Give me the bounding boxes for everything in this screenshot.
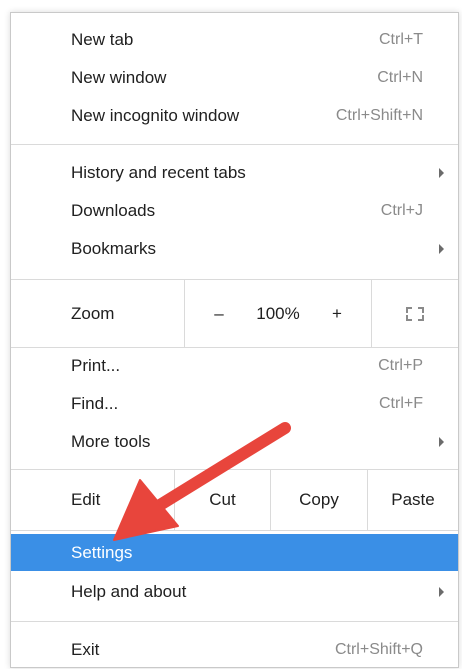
menu-item-print[interactable]: Print... Ctrl+P [11, 347, 458, 385]
divider [184, 280, 185, 347]
menu-item-label: New window [71, 68, 167, 87]
menu-separator [11, 621, 458, 622]
submenu-arrow-icon [439, 244, 444, 254]
submenu-arrow-icon [439, 168, 444, 178]
menu-item-bookmarks[interactable]: Bookmarks [11, 230, 458, 268]
menu-item-label: Help and about [71, 582, 187, 601]
menu-item-label: Find... [71, 394, 119, 413]
menu-item-settings[interactable]: Settings [11, 534, 458, 571]
menu-item-label: History and recent tabs [71, 163, 246, 182]
menu-item-label: More tools [71, 432, 151, 451]
menu-item-help[interactable]: Help and about [11, 573, 458, 611]
menu-item-find[interactable]: Find... Ctrl+F [11, 385, 458, 423]
zoom-in-button[interactable]: + [312, 280, 362, 347]
menu-separator [11, 530, 458, 531]
paste-button[interactable]: Paste [368, 470, 458, 530]
menu-item-label: Exit [71, 640, 100, 659]
menu-item-downloads[interactable]: Downloads Ctrl+J [11, 192, 458, 230]
menu-item-shortcut: Ctrl+J [380, 202, 423, 219]
menu-item-shortcut: Ctrl+N [377, 69, 423, 86]
copy-button[interactable]: Copy [271, 470, 367, 530]
chrome-menu: New tab Ctrl+T New window Ctrl+N New inc… [10, 12, 459, 668]
zoom-row: Zoom – 100% + [11, 280, 458, 347]
zoom-label: Zoom [71, 303, 115, 323]
menu-item-shortcut: Ctrl+Shift+N [335, 107, 423, 124]
menu-item-shortcut: Ctrl+Shift+Q [334, 641, 423, 658]
menu-item-label: New tab [71, 30, 134, 49]
edit-label: Edit [71, 490, 101, 509]
menu-item-label: New incognito window [71, 106, 240, 125]
menu-item-exit[interactable]: Exit Ctrl+Shift+Q [11, 631, 458, 669]
submenu-arrow-icon [439, 587, 444, 597]
menu-item-label: Downloads [71, 201, 156, 220]
menu-item-label: Bookmarks [71, 239, 157, 258]
menu-item-shortcut: Ctrl+P [378, 357, 423, 374]
fullscreen-icon [406, 306, 424, 321]
menu-item-more-tools[interactable]: More tools [11, 423, 458, 461]
menu-item-label: Settings [71, 542, 133, 562]
menu-item-new-window[interactable]: New window Ctrl+N [11, 59, 458, 97]
menu-item-shortcut: Ctrl+F [379, 395, 423, 412]
zoom-out-button[interactable]: – [194, 280, 244, 347]
edit-row: Edit Cut Copy Paste [11, 470, 458, 530]
menu-separator [11, 144, 458, 145]
cut-button[interactable]: Cut [175, 470, 270, 530]
fullscreen-button[interactable] [372, 280, 458, 347]
menu-item-new-incognito-window[interactable]: New incognito window Ctrl+Shift+N [11, 97, 458, 135]
zoom-level: 100% [256, 303, 300, 323]
menu-item-new-tab[interactable]: New tab Ctrl+T [11, 21, 458, 59]
menu-item-history[interactable]: History and recent tabs [11, 154, 458, 192]
menu-item-shortcut: Ctrl+T [379, 31, 423, 48]
submenu-arrow-icon [439, 437, 444, 447]
menu-item-label: Print... [71, 356, 121, 375]
